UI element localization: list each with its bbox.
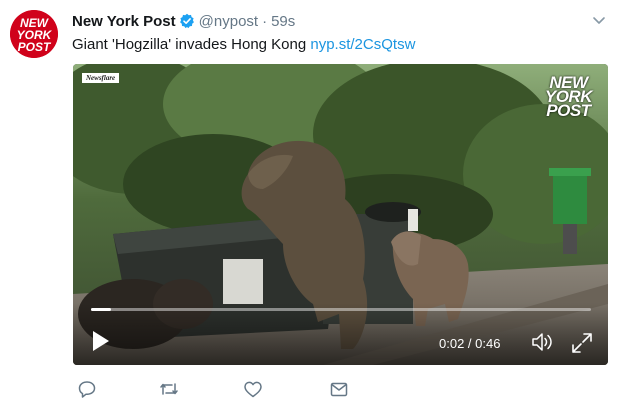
fullscreen-icon (572, 333, 592, 353)
envelope-icon (330, 382, 348, 397)
new-york-post-watermark: NEW YORK POST (545, 74, 593, 120)
progress-bar[interactable] (91, 308, 591, 311)
reply-icon (78, 381, 96, 398)
play-button[interactable] (91, 330, 111, 352)
video-player[interactable]: Newsflare NEW YORK POST 0:02 / 0:46 (73, 64, 608, 365)
video-controls (73, 303, 608, 365)
avatar[interactable]: NEW YORK POST (10, 10, 58, 58)
avatar-line-3: POST (18, 40, 52, 54)
volume-button[interactable] (531, 332, 555, 352)
direct-message-button[interactable] (328, 378, 350, 400)
tweet-card: NEW YORK POST New York Post @nypost · 59… (0, 0, 625, 411)
verified-badge-icon (179, 13, 195, 29)
timestamp[interactable]: 59s (271, 13, 295, 30)
separator-dot: · (262, 12, 268, 30)
logo-line-3: POST (546, 101, 591, 120)
new-york-post-logo: NEW YORK POST (10, 10, 58, 58)
chevron-down-icon[interactable] (592, 14, 606, 26)
like-button[interactable] (242, 378, 264, 400)
reply-button[interactable] (76, 378, 98, 400)
heart-icon (244, 381, 262, 398)
newsflare-watermark: Newsflare (82, 73, 120, 83)
tweet-body: Giant 'Hogzilla' invades Hong Kong (72, 36, 311, 53)
progress-fill (91, 308, 111, 311)
display-name[interactable]: New York Post (72, 13, 176, 30)
volume-icon (532, 333, 552, 351)
fullscreen-button[interactable] (571, 332, 593, 354)
retweet-icon (160, 383, 178, 395)
time-readout: 0:02 / 0:46 (439, 336, 501, 351)
retweet-button[interactable] (158, 378, 180, 400)
tweet-link[interactable]: nyp.st/2CsQtsw (310, 36, 415, 53)
play-icon (93, 331, 109, 351)
tweet-text: Giant 'Hogzilla' invades Hong Kong nyp.s… (72, 35, 415, 55)
user-handle[interactable]: @nypost (199, 13, 258, 30)
tweet-header: New York Post @nypost · 59s (72, 11, 295, 31)
